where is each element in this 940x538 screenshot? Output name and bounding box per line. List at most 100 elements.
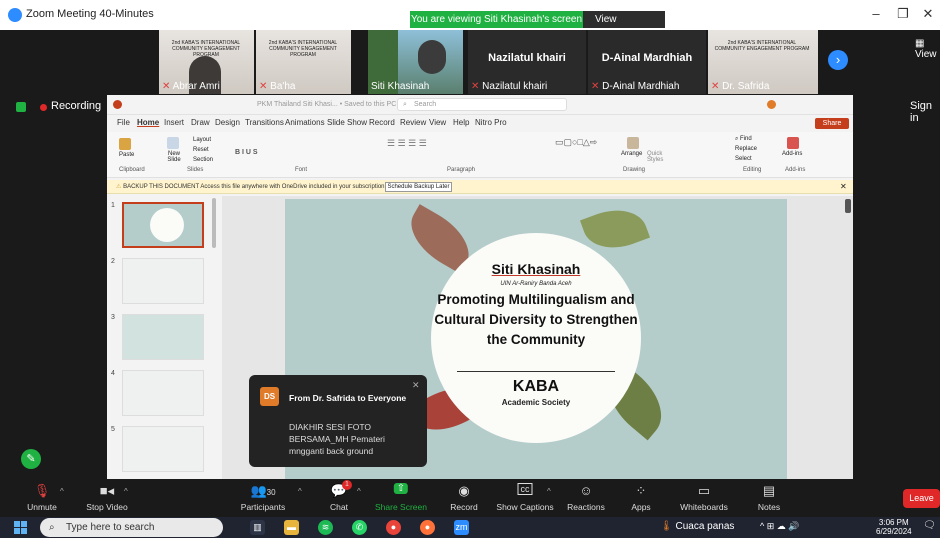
unmute-button[interactable]: 🎙 Unmute xyxy=(22,479,62,517)
windows-start-icon[interactable] xyxy=(14,521,27,534)
audio-options-caret-icon[interactable]: ^ xyxy=(60,487,64,496)
participant-tile[interactable]: 2nd KABA'S INTERNATIONAL COMMUNITY ENGAG… xyxy=(256,30,351,94)
select-button[interactable]: Select xyxy=(735,156,752,162)
chat-notification[interactable]: DS From Dr. Safrida to Everyone DIAKHIR … xyxy=(249,375,427,467)
annotate-pencil-icon[interactable]: ✎ xyxy=(21,449,41,469)
show-captions-button[interactable]: cc Show Captions xyxy=(494,479,556,517)
minimize-icon[interactable]: – xyxy=(866,6,886,24)
menu-file[interactable]: File xyxy=(117,118,130,127)
chrome-icon[interactable]: ● xyxy=(386,520,401,535)
user-avatar[interactable] xyxy=(767,100,776,109)
new-slide-button[interactable]: New Slide xyxy=(163,151,185,163)
zoom-taskbar-icon[interactable]: zm xyxy=(454,520,469,535)
slide-number: 1 xyxy=(111,202,115,209)
taskbar-clock[interactable]: 3:06 PM 6/29/2024 xyxy=(876,518,912,536)
participant-tile[interactable]: 2nd KABA'S INTERNATIONAL COMMUNITY ENGAG… xyxy=(159,30,254,94)
slide-thumbnail[interactable] xyxy=(122,426,204,472)
record-button[interactable]: ◉ Record xyxy=(446,479,482,517)
share-screen-button[interactable]: ⇧ Share Screen xyxy=(374,479,428,517)
zoom-logo-icon xyxy=(8,8,22,22)
slide-scrollbar[interactable] xyxy=(845,199,851,213)
slide-thumbnail[interactable] xyxy=(122,258,204,304)
menu-insert[interactable]: Insert xyxy=(164,118,184,127)
menu-record[interactable]: Record xyxy=(369,118,395,127)
whatsapp-icon[interactable]: ✆ xyxy=(352,520,367,535)
sign-in-link[interactable]: Sign in xyxy=(910,100,940,124)
restore-icon[interactable]: ❐ xyxy=(893,6,913,24)
recording-label[interactable]: Recording xyxy=(51,100,101,112)
new-slide-icon[interactable] xyxy=(167,137,179,149)
font-format-icons[interactable]: B I U S xyxy=(235,149,258,156)
menu-help[interactable]: Help xyxy=(453,118,469,127)
system-tray-icons[interactable]: ^ ⊞ ☁ 🔊 xyxy=(760,521,799,532)
share-button[interactable]: Share xyxy=(815,118,849,129)
schedule-backup-button[interactable]: Schedule Backup Later xyxy=(385,182,452,192)
view-button[interactable]: ▦ View xyxy=(915,38,940,60)
weather-widget[interactable]: 🌡 Cuaca panas xyxy=(660,521,734,532)
chat-caret-icon[interactable]: ^ xyxy=(357,487,361,496)
menu-home[interactable]: Home xyxy=(137,118,159,127)
leave-button[interactable]: Leave xyxy=(903,489,940,508)
document-title: PKM Thailand Siti Khasi... • Saved to th… xyxy=(257,101,397,108)
backup-notification-bar: ⚠ BACKUP THIS DOCUMENT Access this file … xyxy=(107,180,853,194)
menu-view[interactable]: View xyxy=(429,118,446,127)
paste-button[interactable]: Paste xyxy=(119,152,134,158)
replace-button[interactable]: Replace xyxy=(735,146,757,152)
spotify-icon[interactable]: ≋ xyxy=(318,520,333,535)
chat-badge: 1 xyxy=(342,480,352,490)
reset-button[interactable]: Reset xyxy=(193,147,209,153)
notifications-icon[interactable]: 🗨 xyxy=(923,520,936,531)
layout-button[interactable]: Layout xyxy=(193,137,211,143)
add-ins-icon[interactable] xyxy=(787,137,799,149)
participants-caret-icon[interactable]: ^ xyxy=(298,487,302,496)
menu-nitro-pro[interactable]: Nitro Pro xyxy=(475,118,507,127)
ppt-search-input[interactable]: ⌕ Search xyxy=(397,98,567,111)
video-options-caret-icon[interactable]: ^ xyxy=(124,487,128,496)
participant-tile-active-speaker[interactable]: Siti Khasinah xyxy=(368,30,463,94)
quick-styles-button[interactable]: Quick Styles xyxy=(647,151,665,163)
task-view-icon[interactable]: ▥ xyxy=(250,520,265,535)
close-icon[interactable]: ✕ xyxy=(918,6,938,24)
menu-animations[interactable]: Animations xyxy=(285,118,325,127)
sender-avatar: DS xyxy=(260,387,279,406)
captions-caret-icon[interactable]: ^ xyxy=(547,487,551,496)
menu-draw[interactable]: Draw xyxy=(191,118,210,127)
arrange-icon[interactable] xyxy=(627,137,639,149)
chat-message: DIAKHIR SESI FOTO BERSAMA_MH Pemateri mn… xyxy=(289,422,385,456)
menu-slide-show[interactable]: Slide Show xyxy=(327,118,367,127)
paragraph-list-icons[interactable]: ☰ ☰ ☰ ☰ xyxy=(387,138,427,149)
taskbar-search-input[interactable]: ⌕ Type here to search xyxy=(40,518,223,537)
file-explorer-icon[interactable]: ▬ xyxy=(284,520,299,535)
shapes-gallery-icon[interactable]: ▭▢○□△⇨ xyxy=(555,137,597,148)
participants-icon: 👥30 xyxy=(250,483,276,498)
participant-tile[interactable]: Nazilatul khairi ✕ Nazilatul khairi xyxy=(468,30,586,94)
add-ins-button[interactable]: Add-ins xyxy=(782,151,802,157)
arrange-button[interactable]: Arrange xyxy=(621,151,642,157)
security-shield-icon[interactable] xyxy=(16,102,26,112)
menu-transitions[interactable]: Transitions xyxy=(245,118,284,127)
participant-tile[interactable]: D-Ainal Mardhiah ✕ D-Ainal Mardhiah xyxy=(588,30,706,94)
reactions-button[interactable]: ☺ Reactions xyxy=(566,479,606,517)
menu-design[interactable]: Design xyxy=(215,118,240,127)
chat-button[interactable]: 💬 1 Chat xyxy=(322,479,356,517)
participant-tile[interactable]: 2nd KABA'S INTERNATIONAL COMMUNITY ENGAG… xyxy=(708,30,818,94)
stop-video-button[interactable]: ■◂ Stop Video xyxy=(82,479,132,517)
view-options-button[interactable]: View Options⌄ xyxy=(583,11,665,42)
slide-thumbnail[interactable] xyxy=(122,370,204,416)
whiteboards-button[interactable]: ▭ Whiteboards xyxy=(676,479,732,517)
menu-review[interactable]: Review xyxy=(400,118,426,127)
slide-thumbnail[interactable] xyxy=(122,202,204,248)
thumbnail-scrollbar[interactable] xyxy=(212,198,216,248)
slide-thumbnail[interactable] xyxy=(122,314,204,360)
next-page-arrow-icon[interactable]: › xyxy=(828,50,848,70)
participants-button[interactable]: 👥30 Participants xyxy=(238,479,288,517)
firefox-icon[interactable]: ● xyxy=(420,520,435,535)
share-screen-label: Share Screen xyxy=(375,502,427,512)
notes-button[interactable]: ▤ Notes xyxy=(752,479,786,517)
apps-button[interactable]: ⁘ Apps xyxy=(625,479,657,517)
paste-icon[interactable] xyxy=(119,138,131,150)
close-icon[interactable]: ✕ xyxy=(840,182,847,191)
section-button[interactable]: Section xyxy=(193,157,213,163)
find-button[interactable]: ⌕ Find xyxy=(735,136,752,143)
close-icon[interactable]: ✕ xyxy=(412,380,420,391)
